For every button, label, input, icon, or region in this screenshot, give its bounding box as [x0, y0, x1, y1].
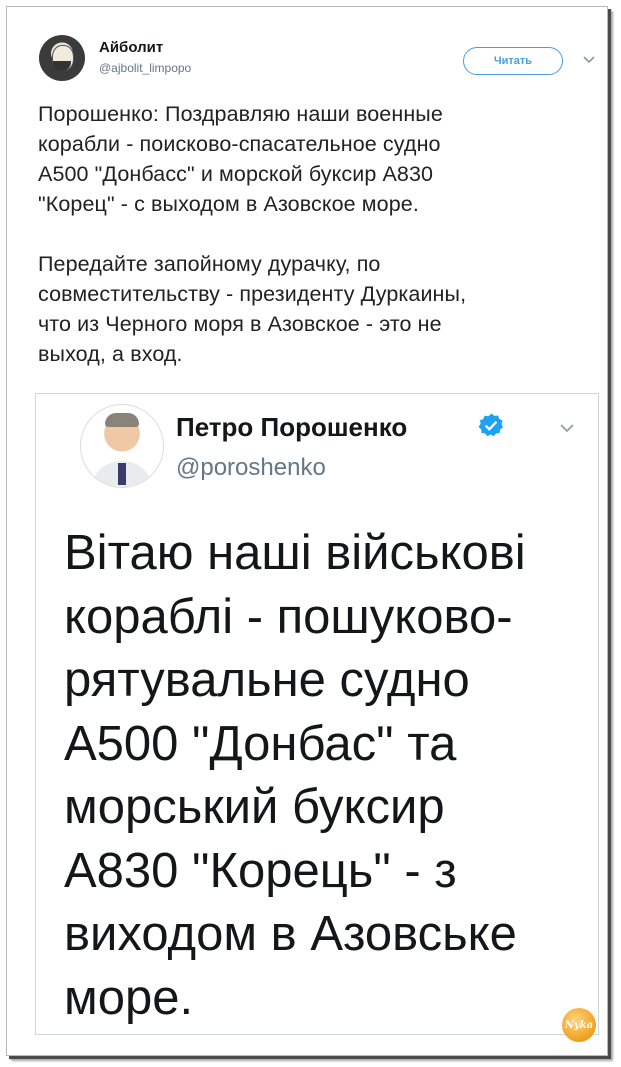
- embedded-tweet-screenshot[interactable]: Петро Порошенко @poroshenko Вітаю наші в…: [35, 393, 599, 1035]
- tweet-header: Айболит @ajbolit_limpopo Читать: [33, 27, 599, 87]
- avatar-tie: [118, 463, 126, 485]
- embedded-author-name[interactable]: Петро Порошенко: [176, 412, 407, 443]
- embedded-author-avatar[interactable]: [80, 404, 164, 488]
- chevron-down-icon[interactable]: [558, 418, 576, 436]
- chevron-down-icon[interactable]: [581, 51, 597, 67]
- tweet-paragraph: Порошенко: Поздравляю наши военные кораб…: [38, 102, 443, 216]
- author-avatar[interactable]: [39, 35, 85, 81]
- tweet-body: Порошенко: Поздравляю наши военные кораб…: [38, 99, 598, 399]
- embedded-author-handle[interactable]: @poroshenko: [176, 454, 326, 482]
- tweet-paragraph: Передайте запойному дурачку, по совмести…: [38, 252, 467, 366]
- follow-button[interactable]: Читать: [463, 47, 563, 75]
- author-handle[interactable]: @ajbolit_limpopo: [99, 61, 191, 75]
- watermark-logo: Nyka: [562, 1008, 596, 1042]
- author-name[interactable]: Айболит: [99, 39, 163, 56]
- screenshot-frame: Айболит @ajbolit_limpopo Читать Порошенк…: [6, 6, 608, 1056]
- verified-badge-icon: [478, 413, 504, 437]
- embedded-tweet-text: Вітаю наші військові кораблі - пошуково-…: [64, 526, 526, 1025]
- avatar-hair: [105, 413, 139, 427]
